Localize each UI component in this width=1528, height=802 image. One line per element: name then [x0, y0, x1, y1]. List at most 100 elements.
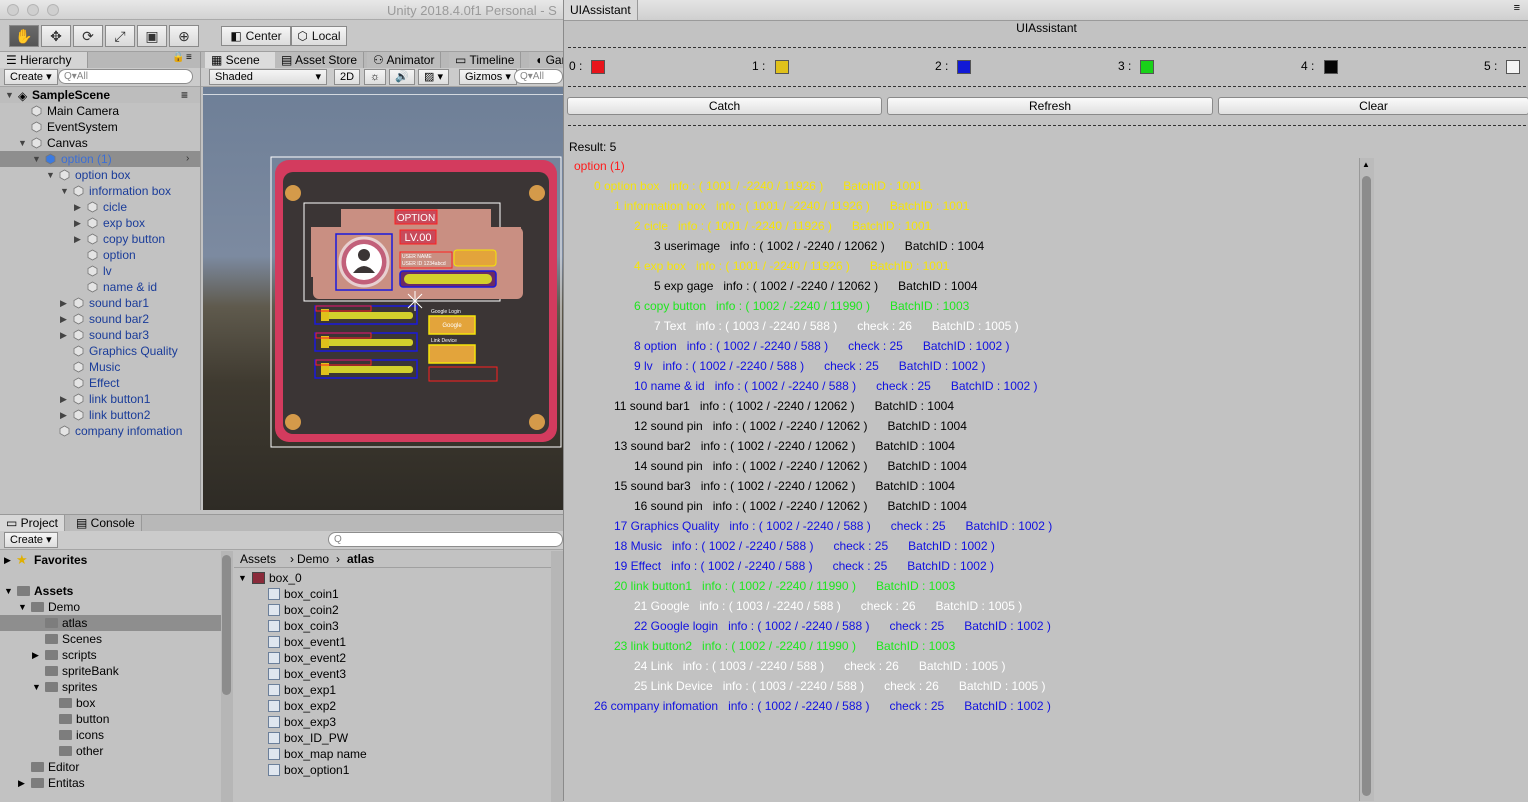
shading-mode-dropdown[interactable]: Shaded ▾: [209, 69, 327, 85]
lock-icon[interactable]: 🔒: [172, 52, 184, 63]
catch-button[interactable]: Catch: [567, 97, 882, 115]
hierarchy-item[interactable]: ▼ option (1) ›: [0, 151, 200, 167]
panel-menu-icon[interactable]: ≡: [1514, 2, 1520, 14]
mode-2d-toggle[interactable]: 2D: [334, 69, 361, 85]
breadcrumb-atlas[interactable]: atlas: [347, 551, 374, 567]
minimize-window-button[interactable]: [27, 4, 39, 16]
hand-tool-button[interactable]: ✋: [9, 25, 39, 47]
expand-arrow-icon[interactable]: ▶: [60, 295, 67, 311]
hierarchy-item[interactable]: ▶ link button1: [0, 391, 200, 407]
hierarchy-item[interactable]: ▶ link button2: [0, 407, 200, 423]
hierarchy-item[interactable]: EventSystem: [0, 119, 200, 135]
hierarchy-item[interactable]: ▶ sound bar3: [0, 327, 200, 343]
project-tree-scroll-thumb[interactable]: [222, 555, 231, 695]
expand-arrow-icon[interactable]: ▶: [18, 775, 25, 791]
hierarchy-item[interactable]: ▶ copy button: [0, 231, 200, 247]
collapse-arrow-icon[interactable]: ▼: [60, 183, 69, 199]
collapse-arrow-icon[interactable]: ▼: [238, 570, 247, 586]
tab-console[interactable]: ▤ Console: [70, 515, 142, 531]
tab-hierarchy[interactable]: ☰ Hierarchy: [0, 52, 88, 68]
panel-menu-icon[interactable]: ≡: [186, 52, 192, 63]
collapse-arrow-icon[interactable]: ▼: [18, 599, 27, 615]
tab-project[interactable]: ▭ Project: [0, 515, 66, 531]
expand-arrow-icon[interactable]: ▶: [60, 407, 67, 423]
hierarchy-item[interactable]: Main Camera: [0, 103, 200, 119]
project-folder-item[interactable]: ▶ Entitas: [0, 775, 221, 791]
refresh-button[interactable]: Refresh: [887, 97, 1213, 115]
pivot-center-button[interactable]: ◧ Center: [221, 26, 291, 46]
scene-row[interactable]: ▼ ◈ SampleScene ≡: [0, 87, 200, 103]
effects-dropdown[interactable]: ▨ ▾: [418, 69, 449, 85]
hierarchy-item[interactable]: company infomation: [0, 423, 200, 439]
expand-arrow-icon[interactable]: ▶: [74, 231, 81, 247]
clear-button[interactable]: Clear: [1218, 97, 1528, 115]
hierarchy-item[interactable]: ▼ information box: [0, 183, 200, 199]
gizmos-dropdown[interactable]: Gizmos ▾: [459, 69, 517, 85]
collapse-arrow-icon[interactable]: ▼: [32, 679, 41, 695]
hierarchy-item[interactable]: Graphics Quality: [0, 343, 200, 359]
scene-menu-icon[interactable]: ≡: [181, 87, 188, 103]
rotate-tool-button[interactable]: ⟳: [73, 25, 103, 47]
scene-canvas[interactable]: OPTION LV.00 USER NAME USER ID 1234abcd: [203, 87, 563, 510]
move-tool-button[interactable]: ✥: [41, 25, 71, 47]
project-folder-item[interactable]: ▼ Assets: [0, 583, 221, 599]
result-scroll-thumb[interactable]: [1362, 176, 1371, 796]
project-create-dropdown[interactable]: Create ▾: [4, 532, 58, 548]
tab-timeline[interactable]: ▭ Timeline: [449, 52, 522, 68]
hierarchy-item[interactable]: ▶ exp box: [0, 215, 200, 231]
tab-uiassistant[interactable]: UIAssistant: [564, 0, 638, 20]
project-folder-item[interactable]: button: [0, 711, 221, 727]
project-folder-item[interactable]: atlas: [0, 615, 221, 631]
tab-asset-store[interactable]: ▤ Asset Store: [275, 52, 365, 68]
expand-arrow-icon[interactable]: ▶: [60, 311, 67, 327]
asset-list-scrollbar[interactable]: [551, 551, 563, 802]
lighting-toggle[interactable]: ☼: [364, 69, 387, 85]
audio-toggle[interactable]: 🔊: [389, 69, 415, 85]
project-folder-item[interactable]: icons: [0, 727, 221, 743]
breadcrumb-demo[interactable]: Demo: [297, 551, 329, 567]
expand-arrow-icon[interactable]: ▶: [60, 391, 67, 407]
hierarchy-item[interactable]: ▼ Canvas: [0, 135, 200, 151]
scale-tool-button[interactable]: ⤢: [105, 25, 135, 47]
hierarchy-item[interactable]: option: [0, 247, 200, 263]
project-folder-item[interactable]: Scenes: [0, 631, 221, 647]
collapse-arrow-icon[interactable]: ▼: [46, 167, 55, 183]
hierarchy-item[interactable]: Effect: [0, 375, 200, 391]
expand-arrow-icon[interactable]: ▶: [4, 552, 11, 568]
project-folder-item[interactable]: box: [0, 695, 221, 711]
hierarchy-create-dropdown[interactable]: Create ▾: [4, 69, 58, 85]
result-scrollbar[interactable]: ▲: [1359, 158, 1374, 801]
hierarchy-item[interactable]: Music: [0, 359, 200, 375]
expand-arrow-icon[interactable]: ▶: [74, 215, 81, 231]
tab-animator[interactable]: ⚇ Animator: [367, 52, 442, 68]
close-window-button[interactable]: [7, 4, 19, 16]
hierarchy-item[interactable]: name & id: [0, 279, 200, 295]
pivot-local-button[interactable]: ⬡ Local: [291, 26, 347, 46]
project-folder-item[interactable]: spriteBank: [0, 663, 221, 679]
project-folder-item[interactable]: other: [0, 743, 221, 759]
rect-tool-button[interactable]: ▣: [137, 25, 167, 47]
hierarchy-item[interactable]: ▶ sound bar2: [0, 311, 200, 327]
collapse-arrow-icon[interactable]: ▼: [18, 135, 27, 151]
hierarchy-item[interactable]: ▶ sound bar1: [0, 295, 200, 311]
transform-tool-button[interactable]: ⊕: [169, 25, 199, 47]
chevron-right-icon[interactable]: ›: [186, 151, 189, 167]
breadcrumb-assets[interactable]: Assets: [240, 551, 276, 567]
zoom-window-button[interactable]: [47, 4, 59, 16]
collapse-arrow-icon[interactable]: ▼: [4, 583, 13, 599]
tab-scene[interactable]: ▦ Scene: [205, 52, 278, 68]
project-tree-scrollbar[interactable]: [221, 551, 233, 802]
scene-search-input[interactable]: Q▾All: [514, 69, 563, 84]
hierarchy-search-input[interactable]: Q▾All: [58, 69, 193, 84]
collapse-arrow-icon[interactable]: ▼: [32, 151, 41, 167]
hierarchy-item[interactable]: ▼ option box: [0, 167, 200, 183]
project-folder-item[interactable]: ▼ sprites: [0, 679, 221, 695]
project-search-input[interactable]: Q: [328, 532, 563, 547]
project-folder-item[interactable]: Editor: [0, 759, 221, 775]
expand-arrow-icon[interactable]: ▶: [32, 647, 39, 663]
hierarchy-item[interactable]: lv: [0, 263, 200, 279]
project-folder-item[interactable]: ▶ scripts: [0, 647, 221, 663]
scroll-up-icon[interactable]: ▲: [1362, 160, 1370, 169]
expand-arrow-icon[interactable]: ▶: [60, 327, 67, 343]
project-folder-item[interactable]: ▼ Demo: [0, 599, 221, 615]
